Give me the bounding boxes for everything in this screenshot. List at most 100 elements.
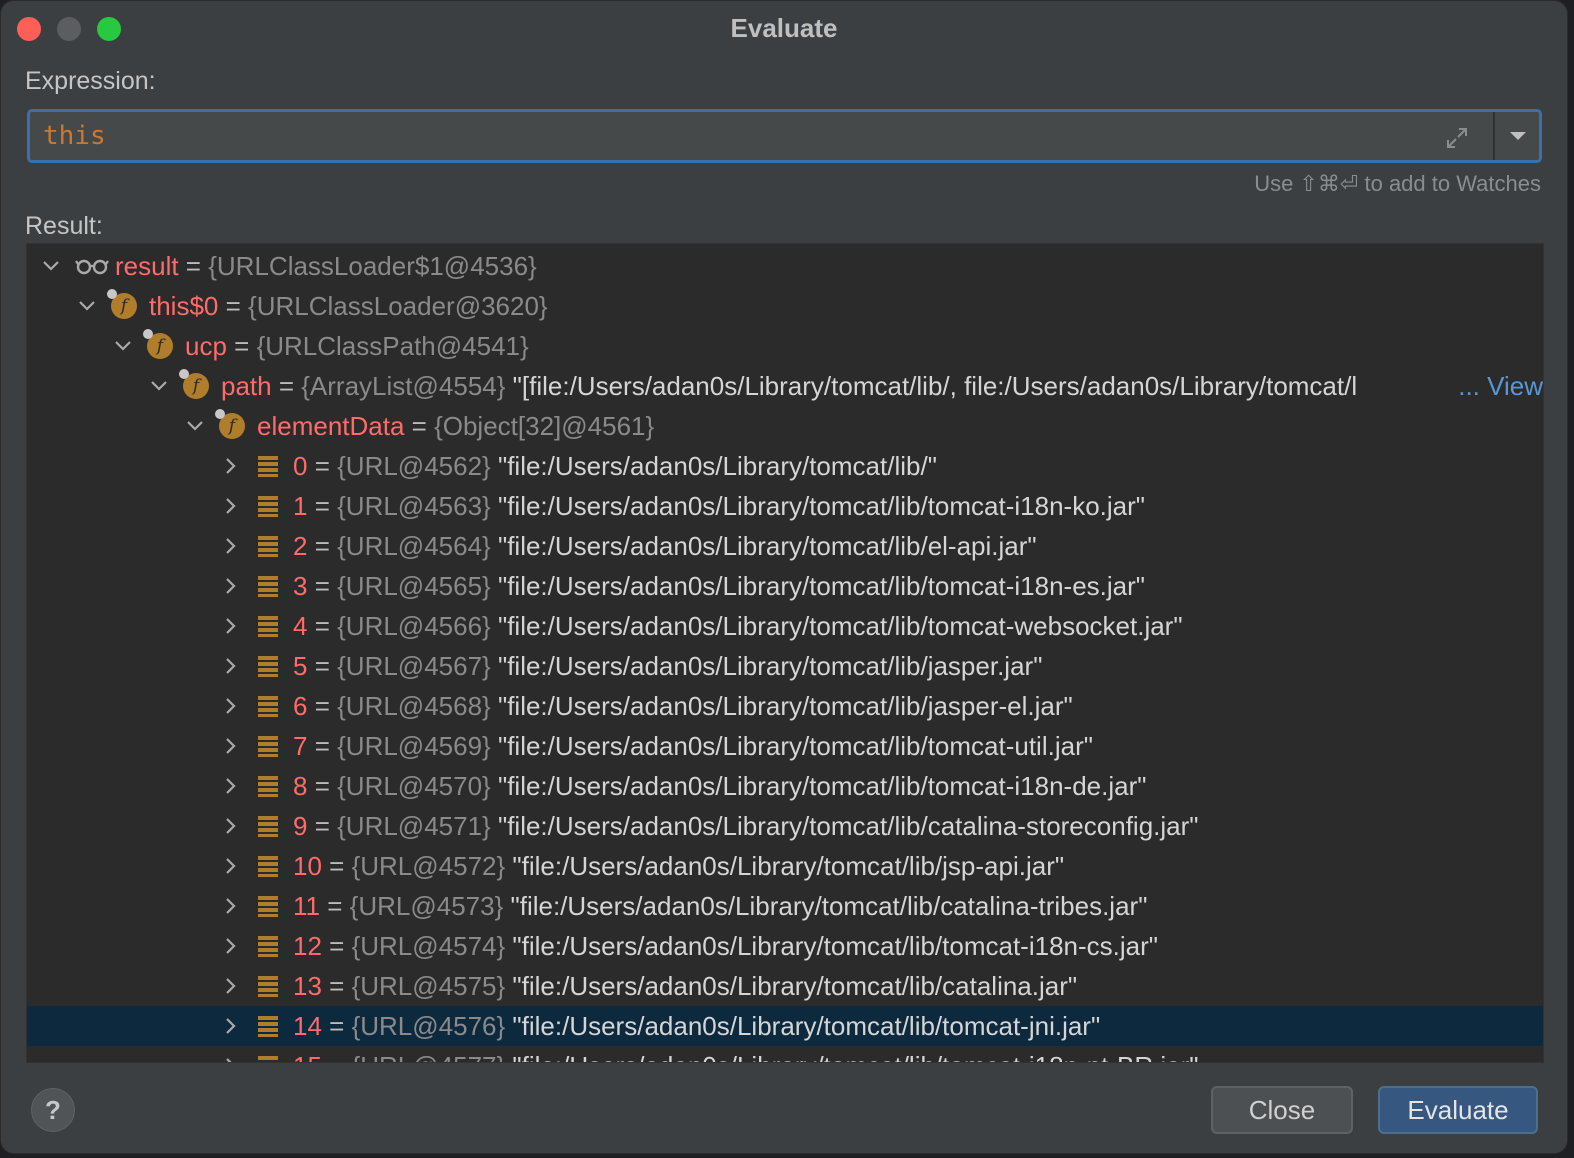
tree-row[interactable]: 9 = {URL@4571} "file:/Users/adan0s/Libra… — [27, 806, 1543, 846]
chevron-right-icon[interactable] — [221, 1016, 241, 1036]
chevron-right-icon[interactable] — [221, 496, 241, 516]
chevron-right-icon[interactable] — [221, 936, 241, 956]
evaluate-button[interactable]: Evaluate — [1378, 1086, 1538, 1134]
tree-entry: 10 = {URL@4572} "file:/Users/adan0s/Libr… — [293, 846, 1064, 886]
tree-row[interactable]: 5 = {URL@4567} "file:/Users/adan0s/Libra… — [27, 646, 1543, 686]
final-marker-icon — [215, 409, 225, 419]
history-dropdown-button[interactable] — [1496, 112, 1539, 160]
expand-editor-icon[interactable] — [1442, 123, 1472, 153]
chevron-right-icon[interactable] — [221, 776, 241, 796]
chevron-right-icon[interactable] — [221, 736, 241, 756]
variable-value: "file:/Users/adan0s/Library/tomcat/lib/t… — [505, 1051, 1198, 1062]
chevron-right-icon[interactable] — [221, 816, 241, 836]
chevron-right-icon[interactable] — [221, 656, 241, 676]
chevron-down-icon[interactable] — [41, 256, 61, 276]
chevron-down-icon[interactable] — [77, 296, 97, 316]
final-marker-icon — [143, 329, 153, 339]
variable-value: "file:/Users/adan0s/Library/tomcat/lib/t… — [490, 491, 1145, 521]
variable-value: "file:/Users/adan0s/Library/tomcat/lib/t… — [505, 931, 1158, 961]
variable-type: {URL@4562} — [337, 451, 491, 481]
chevron-right-icon[interactable] — [221, 976, 241, 996]
chevron-right-icon[interactable] — [221, 896, 241, 916]
equals-sign: = — [321, 931, 352, 961]
variable-value: "file:/Users/adan0s/Library/tomcat/lib/t… — [490, 611, 1183, 641]
variable-name: 1 — [293, 491, 308, 521]
equals-sign: = — [307, 491, 338, 521]
equals-sign: = — [307, 811, 338, 841]
tree-row[interactable]: result = {URLClassLoader$1@4536} — [27, 246, 1543, 286]
equals-sign: = — [226, 331, 257, 361]
chevron-down-icon[interactable] — [149, 376, 169, 396]
tree-row[interactable]: 6 = {URL@4568} "file:/Users/adan0s/Libra… — [27, 686, 1543, 726]
tree-row[interactable]: 12 = {URL@4574} "file:/Users/adan0s/Libr… — [27, 926, 1543, 966]
variable-type: {URL@4569} — [337, 731, 491, 761]
variable-value: "file:/Users/adan0s/Library/tomcat/lib/t… — [505, 1011, 1101, 1041]
expression-input[interactable]: this — [27, 109, 1542, 163]
tree-row[interactable]: 8 = {URL@4570} "file:/Users/adan0s/Libra… — [27, 766, 1543, 806]
field-icon: f — [107, 289, 137, 319]
array-element-icon — [258, 936, 278, 957]
variable-name: ucp — [185, 331, 227, 361]
tree-entry: this$0 = {URLClassLoader@3620} — [149, 286, 548, 326]
chevron-down-icon — [1510, 132, 1526, 140]
tree-row[interactable]: 14 = {URL@4576} "file:/Users/adan0s/Libr… — [27, 1006, 1543, 1046]
tree-row[interactable]: f ucp = {URLClassPath@4541} — [27, 326, 1543, 366]
array-element-icon — [258, 816, 278, 837]
variable-type: {URL@4574} — [351, 931, 506, 961]
chevron-down-icon[interactable] — [113, 336, 133, 356]
chevron-right-icon[interactable] — [221, 456, 241, 476]
chevron-right-icon[interactable] — [221, 576, 241, 596]
variable-type: {URL@4564} — [337, 531, 491, 561]
chevron-right-icon[interactable] — [221, 696, 241, 716]
expression-value[interactable]: this — [43, 121, 106, 151]
close-button[interactable]: Close — [1211, 1086, 1353, 1134]
tree-row[interactable]: f this$0 = {URLClassLoader@3620} — [27, 286, 1543, 326]
chevron-right-icon[interactable] — [221, 1056, 241, 1063]
variable-value: "file:/Users/adan0s/Library/tomcat/lib/t… — [490, 771, 1147, 801]
tree-row[interactable]: 15 = {URL@4577} "file:/Users/adan0s/Libr… — [27, 1046, 1543, 1063]
array-element-icon — [258, 536, 278, 557]
chevron-right-icon[interactable] — [221, 616, 241, 636]
help-button[interactable]: ? — [31, 1088, 75, 1132]
variable-name: path — [221, 371, 272, 401]
tree-row[interactable]: 4 = {URL@4566} "file:/Users/adan0s/Libra… — [27, 606, 1543, 646]
array-element-icon — [258, 1056, 278, 1060]
field-icon: f — [179, 369, 209, 399]
variable-name: 7 — [293, 731, 308, 761]
array-element-icon — [258, 776, 278, 797]
variable-name: 11 — [293, 891, 320, 921]
variable-name: 13 — [293, 971, 322, 1001]
tree-row[interactable]: 0 = {URL@4562} "file:/Users/adan0s/Libra… — [27, 446, 1543, 486]
tree-row[interactable]: 10 = {URL@4572} "file:/Users/adan0s/Libr… — [27, 846, 1543, 886]
view-value-link[interactable]: ... View — [1456, 366, 1543, 406]
equals-sign: = — [321, 1011, 352, 1041]
tree-row[interactable]: 1 = {URL@4563} "file:/Users/adan0s/Libra… — [27, 486, 1543, 526]
variable-type: {ArrayList@4554} — [301, 371, 506, 401]
variable-value: "file:/Users/adan0s/Library/tomcat/lib/c… — [505, 971, 1078, 1001]
variable-name: 10 — [293, 851, 322, 881]
variable-type: {URL@4573} — [349, 891, 504, 921]
variable-type: {URLClassLoader@3620} — [248, 291, 548, 321]
tree-entry: 14 = {URL@4576} "file:/Users/adan0s/Libr… — [293, 1006, 1100, 1046]
variable-type: {URL@4565} — [337, 571, 491, 601]
variable-name: 0 — [293, 451, 308, 481]
chevron-right-icon[interactable] — [221, 536, 241, 556]
equals-sign: = — [307, 771, 338, 801]
tree-row[interactable]: 7 = {URL@4569} "file:/Users/adan0s/Libra… — [27, 726, 1543, 766]
tree-row[interactable]: 3 = {URL@4565} "file:/Users/adan0s/Libra… — [27, 566, 1543, 606]
tree-row[interactable]: 2 = {URL@4564} "file:/Users/adan0s/Libra… — [27, 526, 1543, 566]
array-element-icon — [258, 496, 278, 517]
tree-row[interactable]: 13 = {URL@4575} "file:/Users/adan0s/Libr… — [27, 966, 1543, 1006]
result-tree[interactable]: result = {URLClassLoader$1@4536} f this$0 … — [26, 243, 1544, 1063]
chevron-right-icon[interactable] — [221, 856, 241, 876]
chevron-down-icon[interactable] — [185, 416, 205, 436]
title-bar: Evaluate — [1, 1, 1567, 55]
variable-name: 15 — [293, 1051, 322, 1062]
variable-value: "[file:/Users/adan0s/Library/tomcat/lib/… — [505, 371, 1358, 401]
tree-row[interactable]: f path = {ArrayList@4554} "[file:/Users/a… — [27, 366, 1543, 406]
tree-entry: 4 = {URL@4566} "file:/Users/adan0s/Libra… — [293, 606, 1183, 646]
variable-type: {Object[32]@4561} — [434, 411, 655, 441]
tree-row[interactable]: f elementData = {Object[32]@4561} — [27, 406, 1543, 446]
tree-row[interactable]: 11 = {URL@4573} "file:/Users/adan0s/Libr… — [27, 886, 1543, 926]
tree-entry: path = {ArrayList@4554} "[file:/Users/ad… — [221, 366, 1357, 406]
